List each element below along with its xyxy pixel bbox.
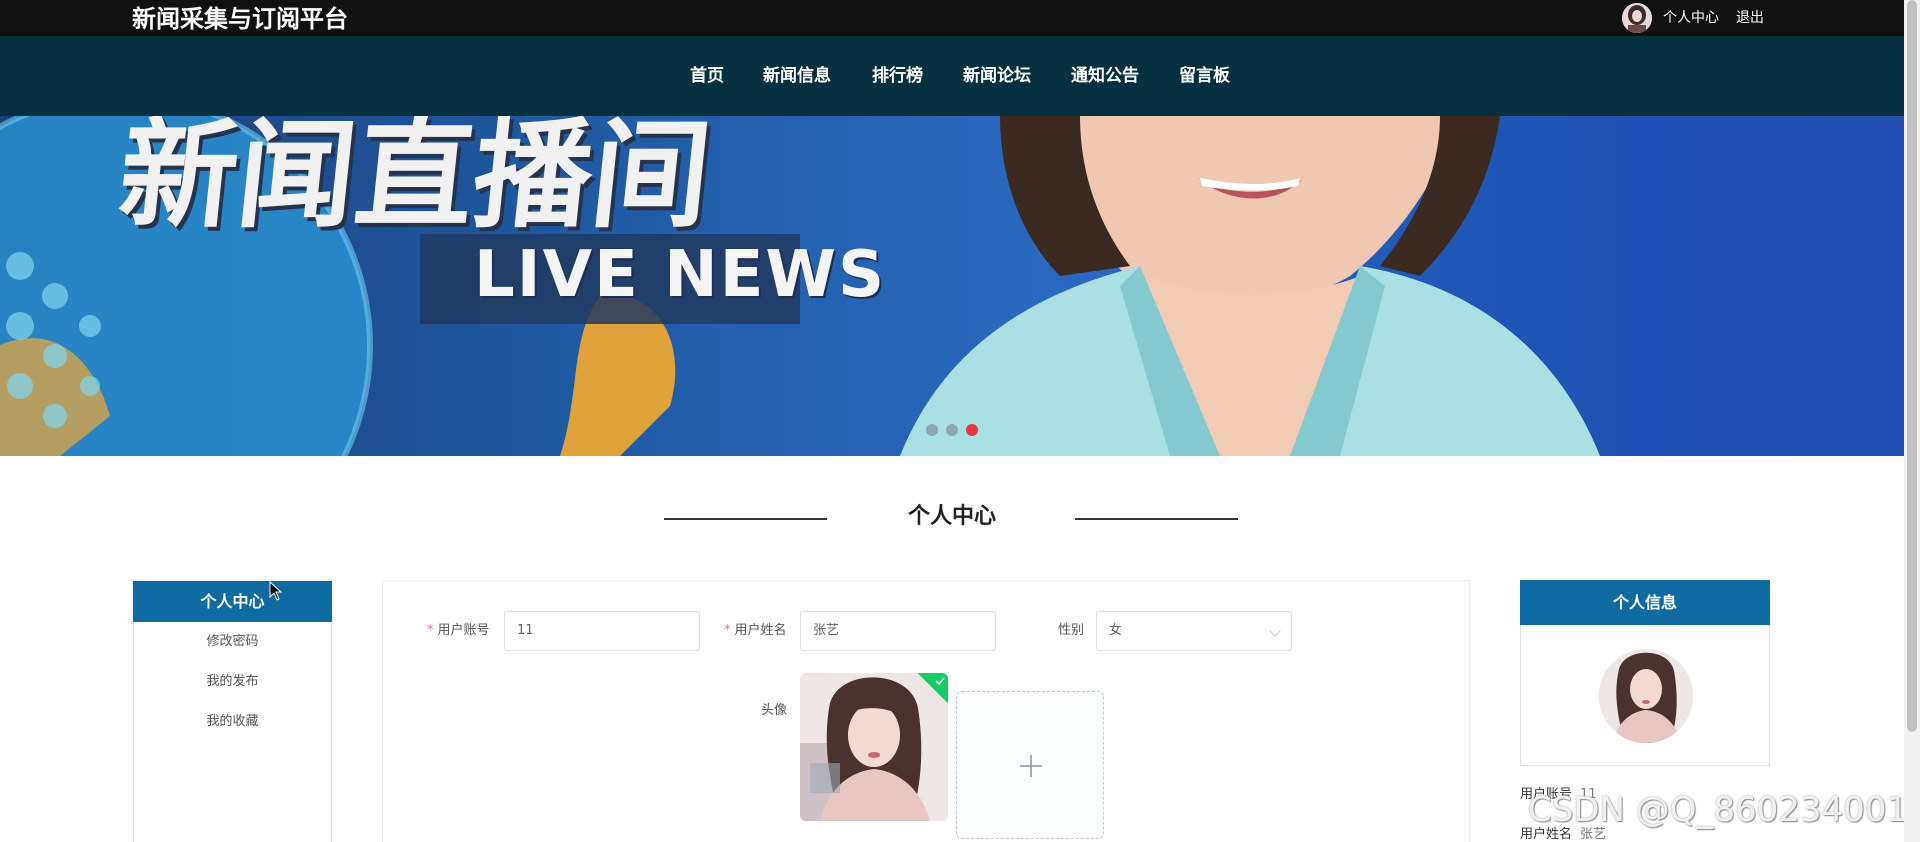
banner-headline-en: LIVE NEWS	[474, 238, 887, 312]
user-side-menu: 个人中心 修改密码 我的发布 我的收藏	[133, 581, 332, 842]
page-scrollbar[interactable]	[1904, 0, 1920, 842]
nav-item-news[interactable]: 新闻信息	[763, 66, 831, 86]
logout-link[interactable]: 退出	[1736, 9, 1764, 27]
avatar-image	[1622, 3, 1652, 33]
info-avatar-image	[1599, 649, 1693, 743]
side-menu-item-my-posts[interactable]: 我的发布	[134, 673, 331, 691]
info-card-header: 个人信息	[1520, 580, 1770, 625]
nav-item-ranking[interactable]: 排行榜	[872, 66, 923, 86]
account-input[interactable]: 11	[504, 611, 700, 651]
carousel-dot-1[interactable]	[926, 424, 938, 436]
chevron-down-icon	[1269, 625, 1281, 637]
check-icon	[935, 677, 945, 686]
section-divider-left	[664, 518, 827, 520]
nav-item-notices[interactable]: 通知公告	[1071, 66, 1139, 86]
gender-select-value: 女	[1109, 623, 1123, 638]
account-label: * 用户账号	[427, 623, 490, 638]
banner-headline-cn: 新闻直播间	[112, 116, 718, 244]
profile-info-card: 个人信息	[1520, 580, 1770, 766]
nav-item-message-board[interactable]: 留言板	[1179, 66, 1230, 86]
avatar-preview-image	[800, 673, 948, 821]
side-menu-header[interactable]: 个人中心	[133, 581, 332, 622]
avatar-upload-button[interactable]	[956, 691, 1104, 839]
carousel-dot-2[interactable]	[946, 424, 958, 436]
csdn-watermark: CSDN @Q_860234001	[1528, 790, 1909, 830]
carousel-indicators	[926, 424, 986, 438]
plus-icon	[1020, 755, 1042, 777]
avatar-label: 头像	[761, 703, 788, 718]
name-input[interactable]: 张艺	[800, 611, 996, 651]
side-menu-item-change-password[interactable]: 修改密码	[134, 633, 331, 651]
gender-select[interactable]: 女	[1096, 611, 1292, 651]
top-bar: 新闻采集与订阅平台 个人中心 退出	[0, 0, 1904, 36]
main-nav: 首页 新闻信息 排行榜 新闻论坛 通知公告 留言板	[0, 36, 1904, 116]
site-title: 新闻采集与订阅平台	[132, 5, 348, 33]
info-avatar	[1599, 649, 1693, 743]
side-menu-item-my-favorites[interactable]: 我的收藏	[134, 713, 331, 731]
avatar-preview[interactable]	[800, 673, 948, 821]
user-center-link[interactable]: 个人中心	[1663, 9, 1719, 27]
top-avatar[interactable]	[1622, 3, 1652, 33]
section-divider-right	[1075, 518, 1238, 520]
section-title: 个人中心	[907, 504, 996, 529]
nav-item-forum[interactable]: 新闻论坛	[963, 66, 1031, 86]
scrollbar-thumb[interactable]	[1907, 0, 1917, 732]
carousel-dot-3[interactable]	[966, 424, 978, 436]
nav-item-home[interactable]: 首页	[690, 66, 724, 86]
banner-carousel[interactable]: 新闻直播间 LIVE NEWS	[0, 116, 1904, 456]
name-label: * 用户姓名	[724, 623, 787, 638]
mouse-cursor-icon	[269, 581, 283, 601]
gender-label: 性别	[1058, 623, 1085, 638]
